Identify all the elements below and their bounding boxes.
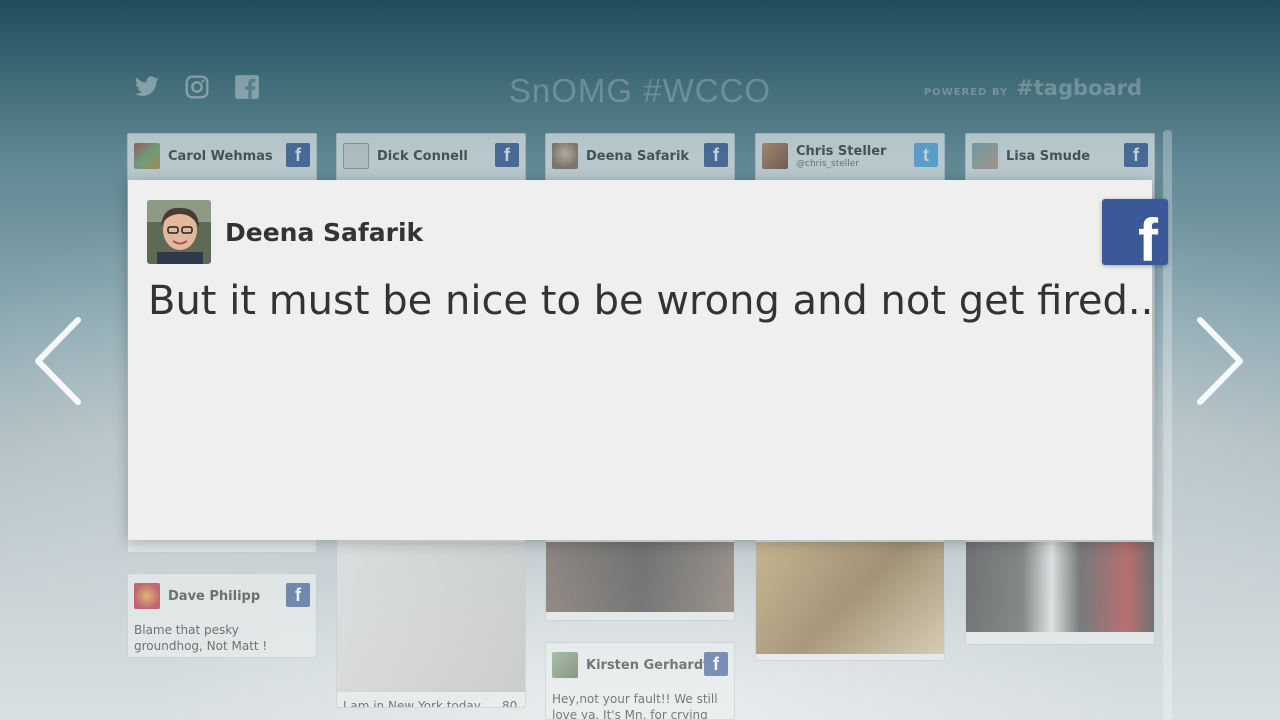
post-photo bbox=[546, 542, 734, 612]
card-header: Dick Connell f bbox=[337, 134, 525, 178]
card-text: Hey,not your fault!! We still love ya. I… bbox=[552, 692, 718, 720]
card-author: Chris Steller @chris_steller bbox=[796, 144, 886, 169]
card-header: Lisa Smude f bbox=[966, 134, 1154, 178]
avatar bbox=[134, 583, 160, 609]
prev-button[interactable] bbox=[28, 316, 88, 406]
card-author-name: Chris Steller bbox=[796, 143, 887, 159]
facebook-icon: f bbox=[704, 143, 728, 167]
card-author: Deena Safarik bbox=[586, 148, 690, 164]
avatar bbox=[972, 143, 998, 169]
post-photo bbox=[966, 542, 1154, 632]
chevron-right-icon bbox=[1197, 317, 1243, 405]
author-name[interactable]: Deena Safarik bbox=[225, 218, 423, 247]
avatar bbox=[552, 652, 578, 678]
author-avatar bbox=[147, 200, 211, 264]
avatar bbox=[134, 143, 160, 169]
card-author: Dick Connell bbox=[377, 148, 468, 164]
card-text: I am in New York today......80 bbox=[343, 699, 518, 708]
avatar bbox=[552, 143, 578, 169]
card-header: Kirsten Gerhardt f bbox=[546, 643, 734, 687]
facebook-icon: f bbox=[286, 143, 310, 167]
post-photo bbox=[756, 542, 944, 654]
focused-post[interactable]: Deena Safarik But it must be nice to be … bbox=[128, 180, 1168, 540]
card-author: Lisa Smude bbox=[1006, 148, 1091, 164]
card-author: Carol Wehmas bbox=[168, 148, 273, 164]
chevron-left-icon bbox=[35, 317, 81, 405]
card-header: Chris Steller @chris_steller t bbox=[756, 134, 944, 178]
card-text: Blame that pesky groundhog, Not Matt ! bbox=[134, 623, 268, 653]
avatar bbox=[343, 143, 369, 169]
card-author: Dave Philipp bbox=[168, 588, 261, 604]
avatar bbox=[762, 143, 788, 169]
facebook-icon: f bbox=[286, 583, 310, 607]
card-header: Deena Safarik f bbox=[546, 134, 734, 178]
twitter-icon: t bbox=[914, 143, 938, 167]
facebook-icon: f bbox=[1124, 143, 1148, 167]
card-author: Kirsten Gerhardt bbox=[586, 657, 710, 673]
card-header: Dave Philipp f bbox=[128, 574, 316, 618]
facebook-icon: f bbox=[495, 143, 519, 167]
facebook-icon: f bbox=[704, 652, 728, 676]
post-card[interactable]: Dave Philipp f Blame that pesky groundho… bbox=[127, 573, 317, 658]
card-handle: @chris_steller bbox=[796, 158, 860, 169]
next-button[interactable] bbox=[1190, 316, 1250, 406]
facebook-icon[interactable]: f bbox=[1102, 199, 1168, 271]
post-text: But it must be nice to be wrong and not … bbox=[148, 278, 1154, 324]
post-photo bbox=[337, 542, 525, 692]
post-card[interactable]: Kirsten Gerhardt f Hey,not your fault!! … bbox=[545, 642, 735, 720]
card-header: Carol Wehmas f bbox=[128, 134, 316, 178]
